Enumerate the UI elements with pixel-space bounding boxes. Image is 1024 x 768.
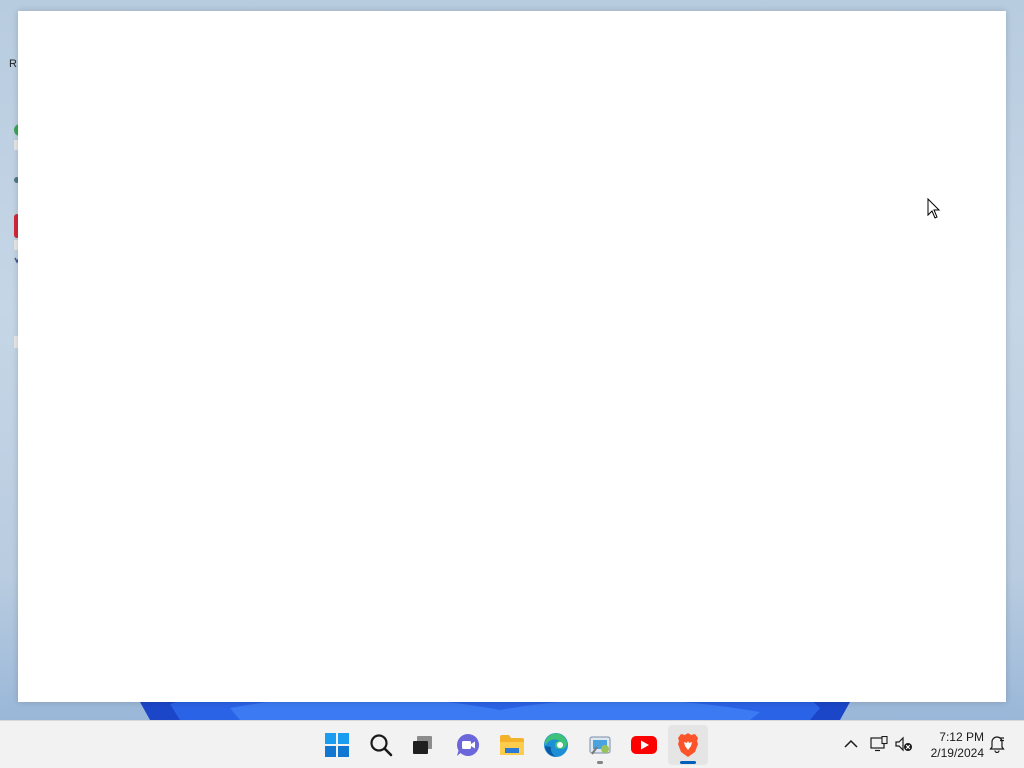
control-panel-icon: [589, 736, 611, 755]
volume-button[interactable]: [893, 733, 915, 755]
mouse-cursor-icon: [927, 198, 941, 219]
network-button[interactable]: [868, 733, 890, 755]
desktop-icon-partial-red[interactable]: [0, 210, 20, 271]
active-indicator: [680, 761, 696, 764]
edge-button[interactable]: [536, 725, 576, 765]
chat-button[interactable]: [448, 725, 488, 765]
desktop-icon-partial-green[interactable]: [0, 118, 26, 180]
file-explorer-button[interactable]: [492, 725, 532, 765]
folder-icon: [500, 735, 524, 755]
notification-button[interactable]: [986, 733, 1008, 755]
windows-start-icon: [325, 733, 349, 757]
task-view-icon: [413, 736, 432, 754]
youtube-icon: [631, 736, 657, 754]
running-indicator: [597, 761, 603, 764]
search-icon: [370, 734, 393, 757]
clock-time: 7:12 PM: [939, 730, 984, 744]
search-button[interactable]: [361, 725, 401, 765]
desktop-icon-label-partial: R: [9, 58, 17, 70]
blank-app-window[interactable]: [18, 11, 1006, 702]
edge-icon: [544, 733, 568, 757]
control-panel-button[interactable]: [580, 725, 620, 765]
clock-date: 2/19/2024: [930, 746, 984, 760]
desktop-icon-partial-grey[interactable]: [0, 334, 20, 355]
chat-icon: [457, 733, 480, 756]
start-button[interactable]: [317, 725, 357, 765]
desktop-icon-partial-small[interactable]: [0, 172, 20, 191]
youtube-button[interactable]: [624, 725, 664, 765]
notification-icon: [989, 736, 1005, 753]
brave-icon: [678, 733, 698, 757]
volume-muted-icon: [895, 736, 912, 752]
tray-overflow-button[interactable]: [840, 733, 862, 755]
taskbar-clock[interactable]: 7:12 PM 2/19/2024: [924, 729, 984, 761]
chevron-up-icon: [844, 739, 858, 748]
network-icon: [870, 736, 888, 752]
task-view-button[interactable]: [403, 725, 443, 765]
brave-button[interactable]: [668, 725, 708, 765]
taskbar: 7:12 PM 2/19/2024: [0, 720, 1024, 768]
